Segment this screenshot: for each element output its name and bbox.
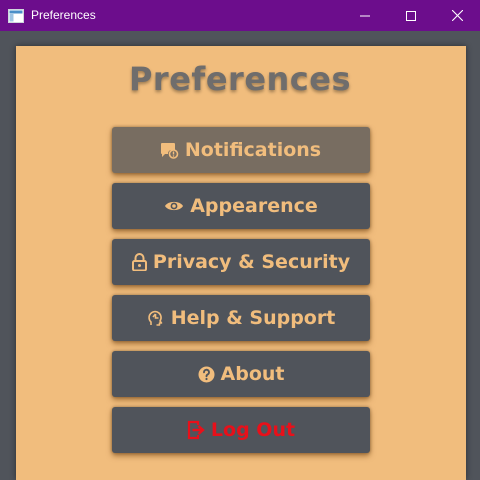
appearence-label: Appearence — [190, 195, 318, 217]
notification-icon — [160, 143, 179, 159]
lock-icon — [131, 253, 147, 271]
minimize-icon — [360, 15, 370, 16]
help-support-button[interactable]: Help & Support — [112, 295, 370, 341]
window-titlebar[interactable]: Preferences — [0, 0, 480, 31]
appearence-button[interactable]: Appearence — [112, 183, 370, 229]
logout-icon — [187, 420, 205, 440]
support-icon — [148, 310, 162, 326]
notifications-label: Notifications — [184, 139, 322, 161]
log-out-label: Log Out — [210, 419, 296, 441]
log-out-button[interactable]: Log Out — [112, 407, 370, 453]
help-support-label: Help & Support — [170, 307, 336, 329]
maximize-button[interactable] — [388, 0, 434, 31]
close-icon — [451, 10, 463, 21]
about-label: About — [220, 363, 285, 385]
notifications-button[interactable]: Notifications — [112, 127, 370, 173]
privacy-security-label: Privacy & Security — [152, 251, 351, 273]
question-circle-icon — [198, 366, 215, 382]
page-title: Preferences — [128, 60, 352, 98]
about-button[interactable]: About — [112, 351, 370, 397]
eye-icon — [165, 201, 184, 211]
maximize-icon — [406, 10, 416, 21]
window-title: Preferences — [31, 8, 96, 22]
app-icon — [8, 8, 24, 23]
minimize-button[interactable] — [342, 0, 388, 31]
close-button[interactable] — [434, 0, 480, 31]
privacy-security-button[interactable]: Privacy & Security — [112, 239, 370, 285]
